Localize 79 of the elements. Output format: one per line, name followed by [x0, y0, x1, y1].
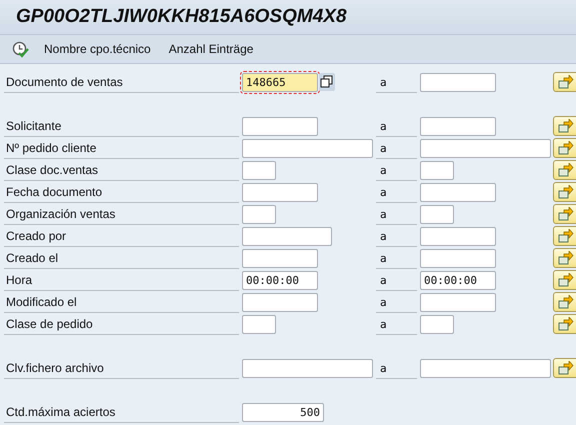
field-label: Creado el [4, 247, 239, 269]
field-label: Ctd.máxima aciertos [4, 401, 239, 423]
arrow-icon [558, 185, 574, 199]
input-field[interactable] [242, 292, 318, 312]
input-field[interactable] [420, 204, 454, 224]
multiple-selection-button[interactable] [553, 204, 576, 224]
range-label: a [376, 137, 417, 159]
input-field[interactable] [420, 138, 551, 158]
arrow-icon [558, 361, 574, 375]
toolbar-button[interactable]: Anzahl Einträge [166, 40, 256, 58]
arrow-icon [558, 119, 574, 133]
input-field[interactable] [420, 160, 454, 180]
range-label: a [376, 269, 417, 291]
input-field[interactable] [242, 358, 373, 378]
input-field[interactable]: 00:00:00 [242, 270, 318, 290]
multiple-selection-icon[interactable] [319, 73, 335, 91]
arrow-icon [558, 75, 574, 89]
input-field[interactable] [242, 226, 332, 246]
field-label: Hora [4, 269, 239, 291]
multiple-selection-button[interactable] [553, 226, 576, 246]
multiple-selection-button[interactable] [553, 270, 576, 290]
multiple-selection-button[interactable] [553, 248, 576, 268]
input-field[interactable] [420, 116, 496, 136]
arrow-icon [558, 317, 574, 331]
input-field[interactable] [242, 116, 318, 136]
field-label: Modificado el [4, 291, 239, 313]
arrow-icon [558, 207, 574, 221]
input-field[interactable] [420, 292, 496, 312]
input-field[interactable] [242, 248, 318, 268]
arrow-icon [558, 229, 574, 243]
field-label: Fecha documento [4, 181, 239, 203]
input-field[interactable] [420, 248, 496, 268]
arrow-icon [558, 251, 574, 265]
range-label: a [376, 115, 417, 137]
window-title: GP00O2TLJIW0KKH815A6OSQM4X8 [16, 6, 347, 28]
field-label: Documento de ventas [4, 71, 239, 93]
input-field[interactable]: 00:00:00 [420, 270, 496, 290]
toolbar-button[interactable]: Nombre cpo.técnico [41, 40, 154, 58]
input-field[interactable]: 500 [242, 402, 324, 422]
multiple-selection-button[interactable] [553, 72, 576, 92]
multiple-selection-button[interactable] [553, 182, 576, 202]
input-field[interactable] [420, 314, 454, 334]
input-field[interactable] [420, 72, 496, 92]
range-label: a [376, 313, 417, 335]
input-field[interactable] [420, 358, 551, 378]
clock-check-icon[interactable] [12, 40, 29, 58]
range-label: a [376, 71, 417, 93]
input-field[interactable] [242, 160, 276, 180]
field-label: Clv.fichero archivo [4, 357, 239, 379]
multiple-selection-button[interactable] [553, 314, 576, 334]
range-label: a [376, 181, 417, 203]
multiple-selection-button[interactable] [553, 116, 576, 136]
range-label: a [376, 225, 417, 247]
input-field[interactable] [242, 138, 373, 158]
range-label: a [376, 291, 417, 313]
multiple-selection-button[interactable] [553, 138, 576, 158]
field-label: Organización ventas [4, 203, 239, 225]
arrow-icon [558, 141, 574, 155]
input-field[interactable] [420, 226, 496, 246]
field-label: Creado por [4, 225, 239, 247]
arrow-icon [558, 273, 574, 287]
range-label: a [376, 159, 417, 181]
multiple-selection-button[interactable] [553, 160, 576, 180]
input-field[interactable] [242, 204, 276, 224]
multiple-selection-button[interactable] [553, 358, 576, 378]
arrow-icon [558, 163, 574, 177]
input-field[interactable] [242, 182, 318, 202]
range-label: a [376, 203, 417, 225]
range-label: a [376, 247, 417, 269]
input-field[interactable] [420, 182, 496, 202]
range-label: a [376, 357, 417, 379]
field-label: Clase de pedido [4, 313, 239, 335]
field-label: Clase doc.ventas [4, 159, 239, 181]
field-label: Nº pedido cliente [4, 137, 239, 159]
arrow-icon [558, 295, 574, 309]
input-field[interactable]: 148665 [242, 72, 318, 92]
input-field[interactable] [242, 314, 276, 334]
field-label: Solicitante [4, 115, 239, 137]
multiple-selection-button[interactable] [553, 292, 576, 312]
